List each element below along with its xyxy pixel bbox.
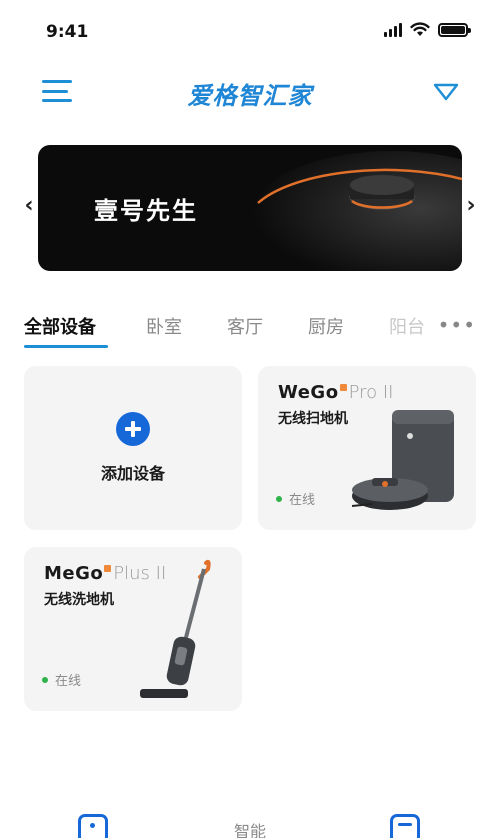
status-icons bbox=[384, 22, 471, 37]
wifi-icon bbox=[410, 22, 430, 36]
tab-balcony[interactable]: 阳台 bbox=[389, 313, 425, 339]
chevron-left-icon[interactable]: ‹ bbox=[20, 193, 38, 218]
status-text: 在线 bbox=[55, 674, 82, 689]
add-device-label: 添加设备 bbox=[100, 464, 165, 483]
brand-name: MeGo bbox=[44, 563, 104, 584]
nav-profile-tab[interactable] bbox=[390, 814, 420, 838]
device-brand: WeGo Pro II bbox=[278, 382, 393, 403]
device-card-mego[interactable]: MeGo Plus II 无线洗地机 在线 bbox=[24, 547, 242, 711]
add-device-card[interactable]: 添加设备 bbox=[24, 366, 242, 530]
bottom-nav: 智能 bbox=[0, 806, 500, 838]
tab-kitchen[interactable]: 厨房 bbox=[308, 313, 344, 339]
online-status: 在线 bbox=[42, 670, 81, 689]
robot-vacuum-image bbox=[252, 151, 462, 271]
battery-icon bbox=[438, 22, 471, 37]
banner-carousel: ‹ 壹号先生 › bbox=[0, 145, 500, 271]
app-header: 爱格智汇家 bbox=[0, 66, 500, 116]
online-dot-icon bbox=[276, 495, 282, 502]
banner[interactable]: 壹号先生 bbox=[38, 145, 462, 271]
brand-mark-icon bbox=[339, 384, 347, 391]
room-tabs: 全部设备 卧室 客厅 厨房 阳台 ••• bbox=[24, 313, 484, 349]
product-name: 无线扫地机 bbox=[278, 411, 348, 427]
app-title: 爱格智汇家 bbox=[187, 82, 313, 110]
wifi-device-icon bbox=[390, 814, 420, 838]
model-name: Pro II bbox=[348, 382, 394, 403]
product-name: 无线洗地机 bbox=[44, 592, 114, 608]
online-dot-icon bbox=[42, 676, 48, 683]
tab-all-devices[interactable]: 全部设备 bbox=[24, 313, 96, 339]
chevron-right-icon[interactable]: › bbox=[462, 193, 480, 218]
more-icon[interactable]: ••• bbox=[438, 313, 476, 337]
device-card-wego[interactable]: WeGo Pro II 无线扫地机 在线 bbox=[258, 366, 476, 530]
tab-living-room[interactable]: 客厅 bbox=[227, 313, 263, 339]
brand-name: WeGo bbox=[278, 382, 339, 403]
nav-smart-label[interactable]: 智能 bbox=[0, 818, 500, 838]
robot-vacuum-station-image bbox=[352, 410, 454, 510]
plus-icon bbox=[116, 412, 150, 446]
tab-bedroom[interactable]: 卧室 bbox=[146, 313, 182, 339]
home-icon[interactable] bbox=[432, 80, 460, 104]
online-status: 在线 bbox=[276, 489, 315, 508]
wet-dry-vacuum-image bbox=[140, 559, 211, 698]
status-time: 9:41 bbox=[46, 22, 89, 42]
brand-mark-icon bbox=[104, 565, 112, 572]
status-text: 在线 bbox=[289, 493, 316, 508]
status-bar: 9:41 bbox=[0, 0, 500, 56]
banner-text: 壹号先生 bbox=[94, 197, 198, 225]
signal-icon bbox=[384, 22, 402, 37]
tab-indicator bbox=[24, 345, 108, 348]
